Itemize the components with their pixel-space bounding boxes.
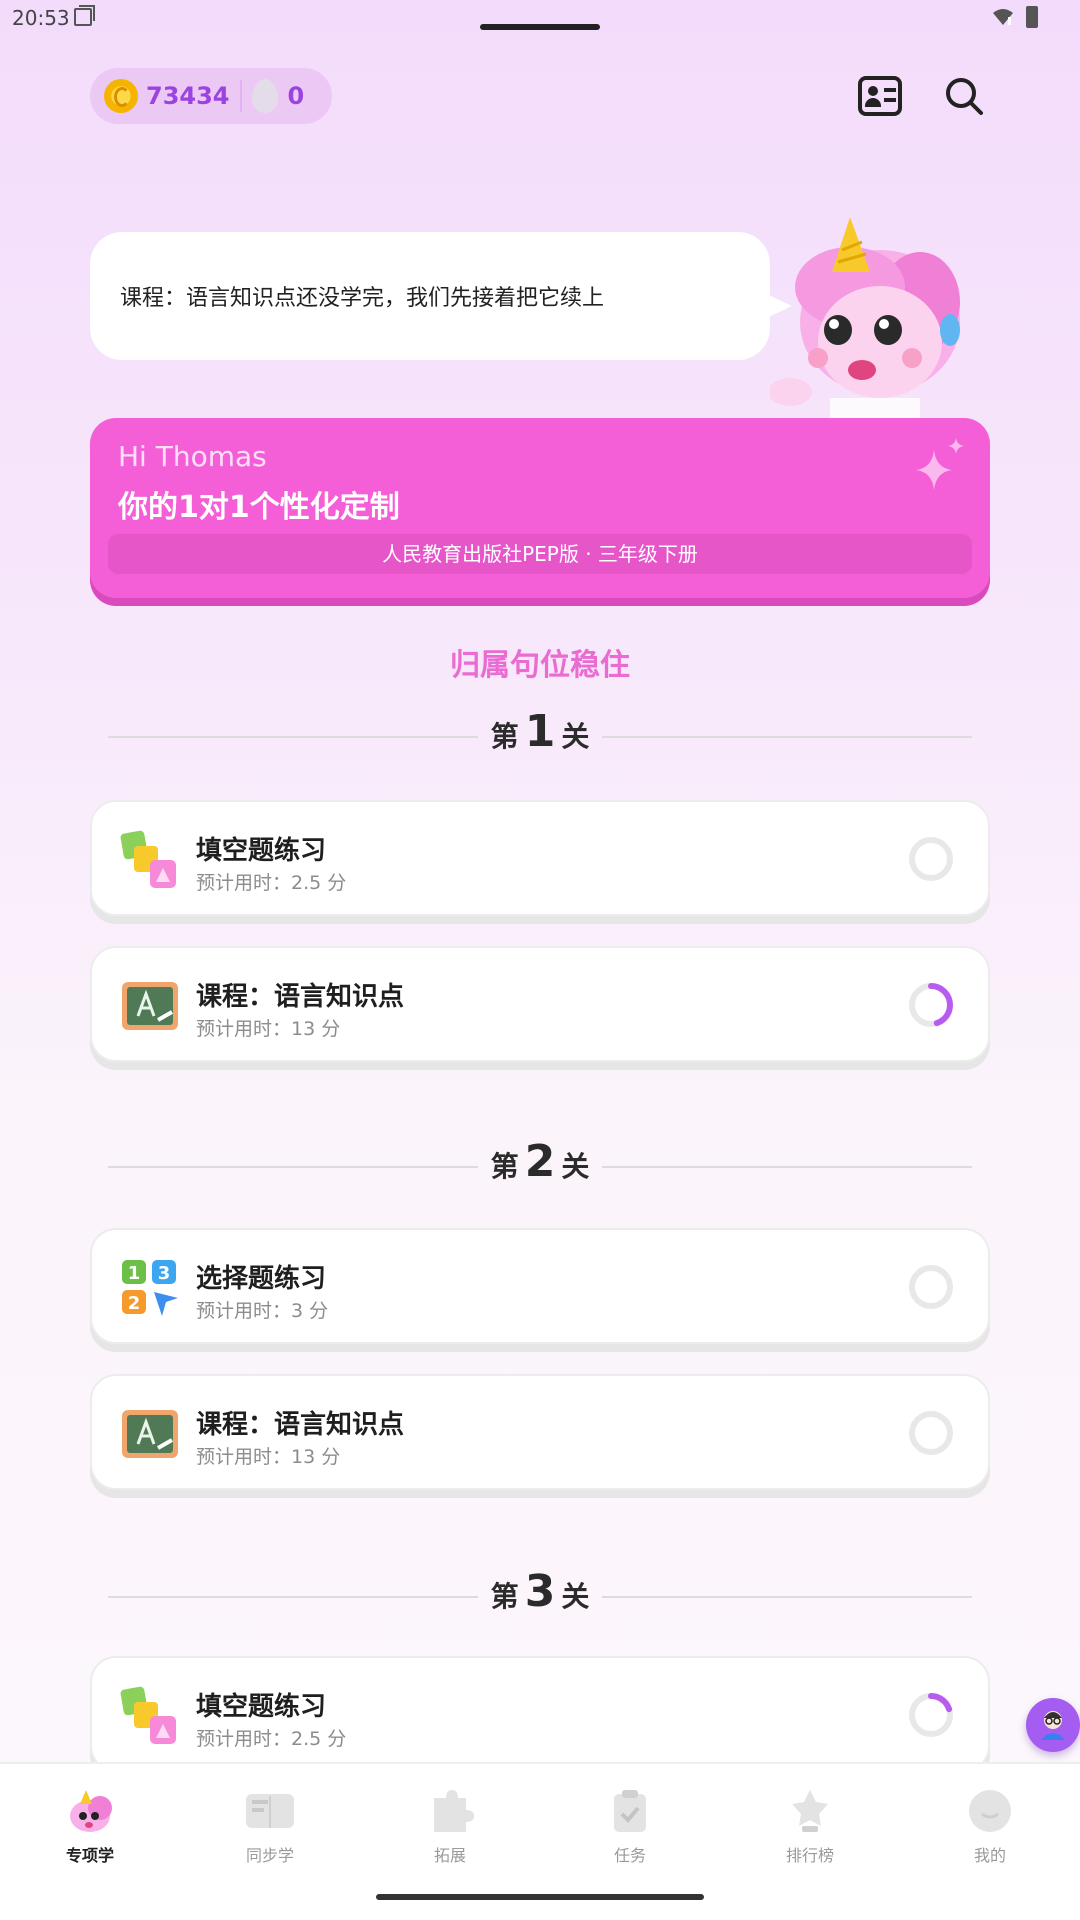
flame-icon: [251, 79, 278, 113]
lesson-duration: 预计用时：3 分: [196, 1300, 329, 1322]
nav-item-special[interactable]: 专项学: [30, 1788, 150, 1874]
nav-label: 排行榜: [785, 1846, 834, 1865]
profile-card-icon: [868, 86, 878, 96]
banner-greeting: Hi Thomas: [118, 440, 267, 473]
assistant-button[interactable]: [1026, 1698, 1080, 1752]
nav-label: 任务: [613, 1846, 646, 1865]
svg-text:2: 2: [128, 1293, 141, 1314]
textbook-edition: 人民教育出版社PEP版 · 三年级下册: [108, 534, 972, 574]
lesson-card[interactable]: 课程：语言知识点 预计用时：13 分: [90, 1374, 990, 1490]
nav-item-expand[interactable]: 拓展: [390, 1788, 510, 1874]
status-bar: 20:53: [0, 0, 1080, 36]
wallet-divider: [239, 80, 242, 112]
chalkboard-icon: [122, 1410, 178, 1458]
unicorn-mascot-icon: [770, 217, 960, 420]
banner-title: 你的1对1个性化定制: [118, 490, 400, 525]
nav-item-mine[interactable]: 我的: [930, 1788, 1050, 1874]
progress-ring: [909, 1693, 953, 1737]
lesson-duration: 预计用时：2.5 分: [196, 1728, 347, 1750]
blocks-icon: [120, 830, 176, 888]
lesson-duration: 预计用时：13 分: [196, 1446, 341, 1468]
lesson-title: 填空题练习: [196, 1692, 327, 1722]
progress-ring: [909, 1411, 953, 1455]
teacher-icon: [1041, 1711, 1065, 1740]
lesson-duration: 预计用时：2.5 分: [196, 872, 347, 894]
lesson-title: 选择题练习: [196, 1264, 327, 1294]
speech-bubble[interactable]: 课程：语言知识点还没学完，我们先接着把它续上: [90, 232, 792, 360]
progress-ring: [909, 837, 953, 881]
level-number: 3: [524, 1566, 556, 1617]
nav-item-sync[interactable]: 同步学: [210, 1788, 330, 1874]
level-header-2: 第2关: [108, 1136, 972, 1196]
lesson-title: 课程：语言知识点: [196, 982, 405, 1012]
nav-label: 同步学: [245, 1846, 294, 1865]
clipboard-icon: [614, 1790, 646, 1832]
progress-track: [909, 1265, 953, 1309]
coin-icon: [104, 79, 138, 113]
wallet-pill[interactable]: 73434 0: [90, 68, 332, 124]
blocks-icon: [120, 1686, 176, 1744]
level-number: 2: [524, 1136, 556, 1187]
personalized-banner[interactable]: Hi Thomas 你的1对1个性化定制 人民教育出版社PEP版 · 三年级下册: [90, 418, 990, 598]
progress-track: [909, 837, 953, 881]
status-time: 20:53: [12, 6, 70, 30]
svg-text:3: 3: [158, 1263, 171, 1284]
face-icon: [969, 1790, 1011, 1832]
book-icon: [246, 1794, 294, 1828]
lesson-title: 课程：语言知识点: [196, 1410, 405, 1440]
progress-track: [909, 1411, 953, 1455]
nav-label: 拓展: [433, 1846, 466, 1865]
lesson-title: 填空题练习: [196, 836, 327, 866]
nav-label: 专项学: [65, 1846, 114, 1865]
coin-count: 73434: [146, 82, 230, 110]
level-number: 1: [524, 706, 556, 757]
puzzle-icon: [434, 1790, 474, 1832]
nav-label: 我的: [973, 1846, 1006, 1865]
unicorn-icon: [70, 1790, 112, 1832]
streak-count: 0: [287, 82, 305, 110]
nav-item-tasks[interactable]: 任务: [570, 1788, 690, 1874]
bubble-text: 课程：语言知识点还没学完，我们先接着把它续上: [120, 286, 605, 311]
lesson-card[interactable]: 填空题练习 预计用时：2.5 分: [90, 1656, 990, 1772]
section-title: 归属句位稳住: [450, 648, 630, 683]
progress-ring: [909, 1265, 953, 1309]
lesson-card[interactable]: 课程：语言知识点 预计用时：13 分: [90, 946, 990, 1062]
lesson-card[interactable]: 1 3 2 选择题练习 预计用时：3 分: [90, 1228, 990, 1344]
wifi-icon: [993, 9, 1013, 25]
sparkle-icon: [916, 438, 964, 490]
lesson-duration: 预计用时：13 分: [196, 1018, 341, 1040]
level-header-3: 第3关: [108, 1566, 972, 1626]
nav-item-ranking[interactable]: 排行榜: [750, 1788, 870, 1874]
search-icon[interactable]: [944, 76, 984, 116]
number-blocks-icon: 1 3 2: [122, 1260, 178, 1316]
trophy-icon: [792, 1790, 828, 1832]
home-indicator: [376, 1894, 704, 1900]
notch-pill: [480, 24, 600, 30]
lesson-card[interactable]: 填空题练习 预计用时：2.5 分: [90, 800, 990, 916]
profile-card-button[interactable]: [858, 76, 902, 116]
battery-icon: [1026, 6, 1038, 28]
chalkboard-icon: [122, 982, 178, 1030]
progress-ring: [909, 983, 953, 1027]
sim-icon: [74, 5, 95, 26]
svg-text:1: 1: [128, 1263, 141, 1284]
level-header-1: 第1关: [108, 706, 972, 766]
